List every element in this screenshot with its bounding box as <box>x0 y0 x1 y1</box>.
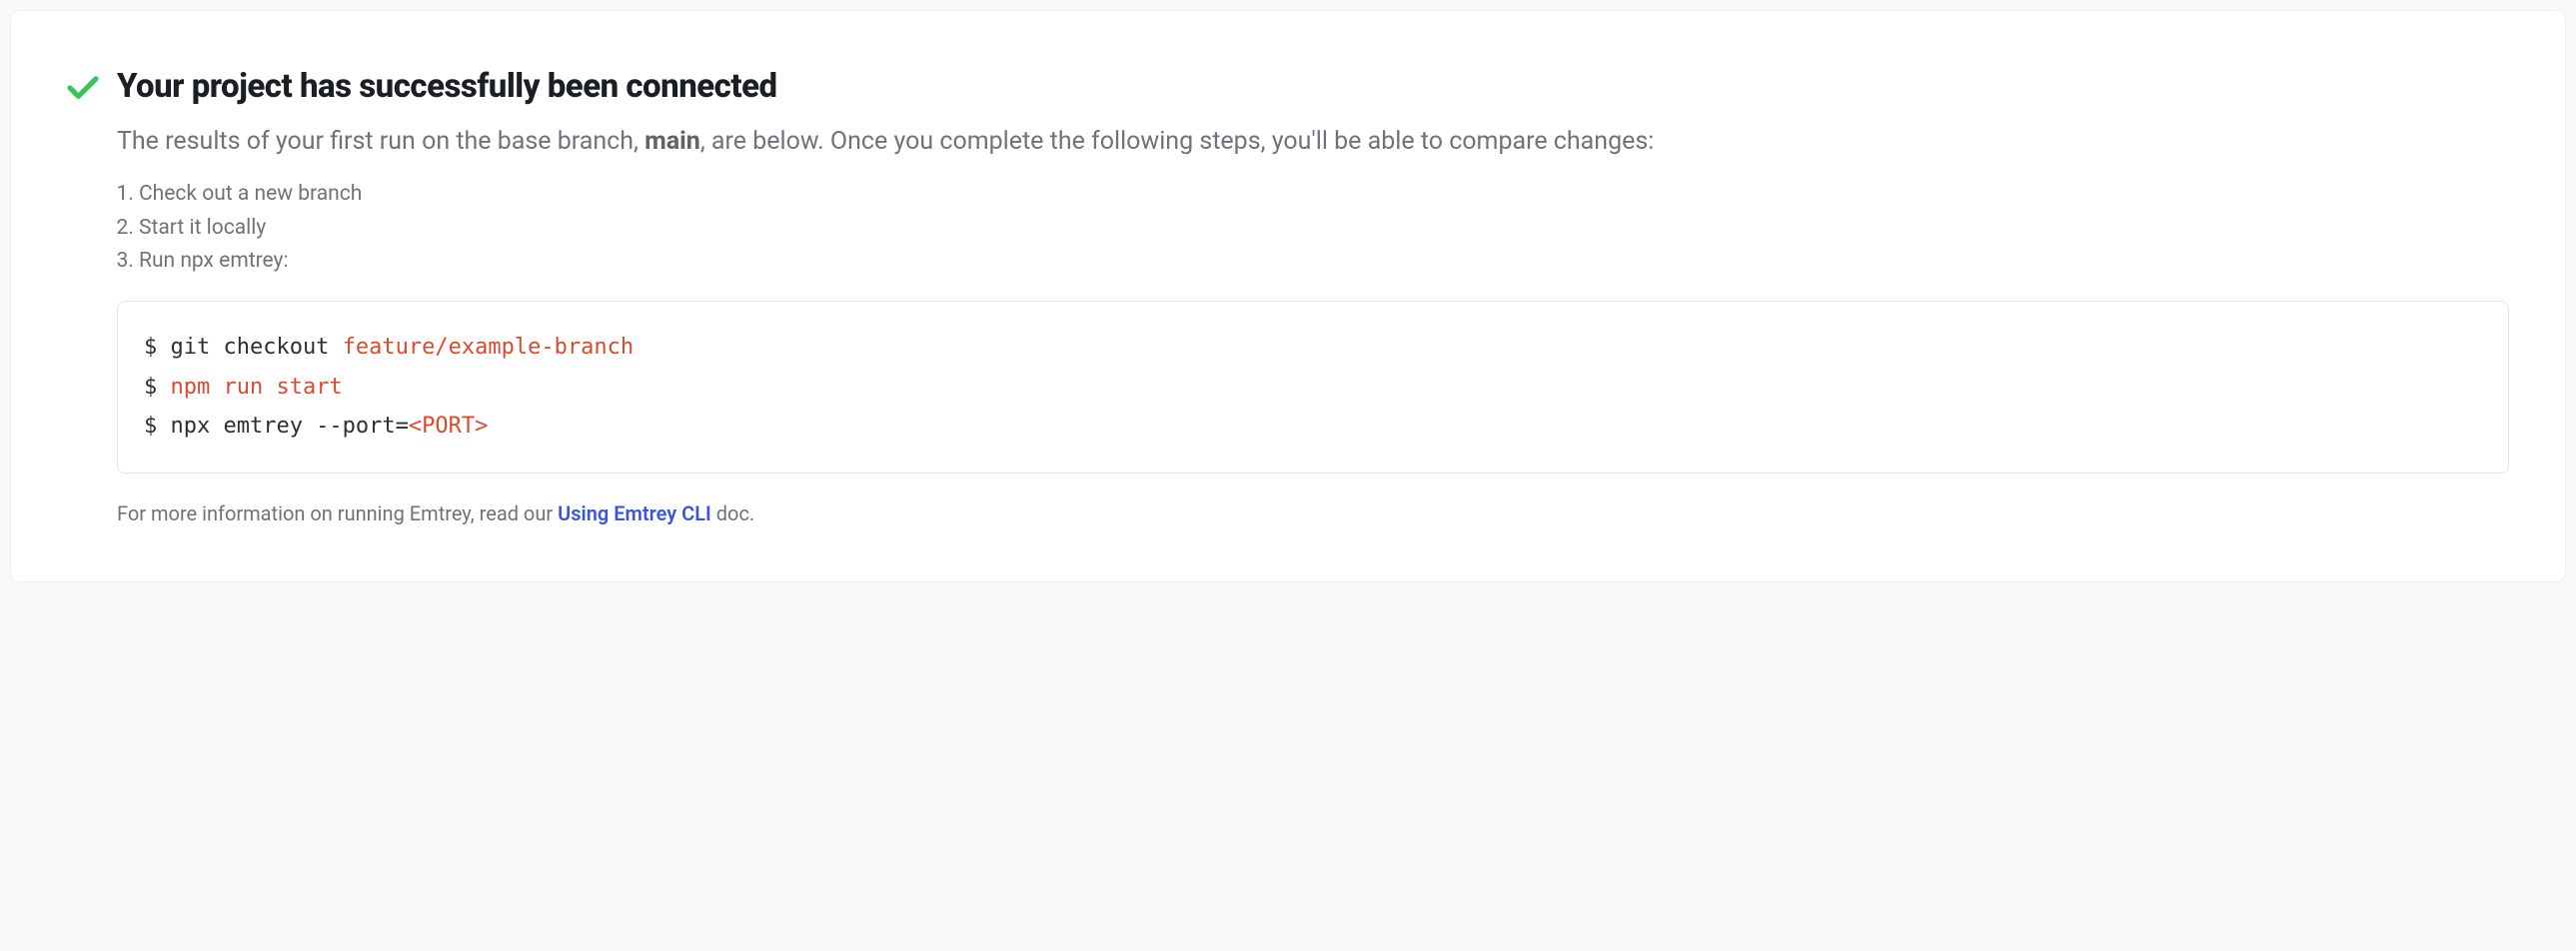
footnote: For more information on running Emtrey, … <box>117 501 2509 525</box>
code-highlight: feature/example-branch <box>343 335 634 360</box>
success-title: Your project has successfully been conne… <box>117 67 2509 106</box>
subtitle-branch: main <box>644 127 700 156</box>
code-line: $ git checkout feature/example-branch <box>144 328 2482 368</box>
card-inner: Your project has successfully been conne… <box>67 67 2509 525</box>
code-line: $ npm run start <box>144 368 2482 408</box>
code-highlight: npm run start <box>171 375 343 400</box>
footnote-after: doc. <box>711 501 754 525</box>
steps-list: Check out a new branch Start it locally … <box>121 178 2509 279</box>
code-line: $ npx emtrey --port=<PORT> <box>144 407 2482 447</box>
code-text: $ git checkout <box>144 335 343 360</box>
step-item: Check out a new branch <box>139 178 2509 212</box>
code-highlight: <PORT> <box>409 414 488 439</box>
subtitle-before: The results of your first run on the bas… <box>117 127 644 156</box>
subtitle-after: , are below. Once you complete the follo… <box>700 127 1655 156</box>
code-block: $ git checkout feature/example-branch $ … <box>117 301 2509 474</box>
step-item: Start it locally <box>139 212 2509 246</box>
docs-link[interactable]: Using Emtrey CLI <box>558 501 711 525</box>
footnote-before: For more information on running Emtrey, … <box>117 501 558 525</box>
card-content: Your project has successfully been conne… <box>117 67 2509 525</box>
success-card: Your project has successfully been conne… <box>10 10 2566 582</box>
check-icon <box>67 75 99 101</box>
code-text: $ <box>144 375 171 400</box>
step-item: Run npx emtrey: <box>139 245 2509 279</box>
success-subtitle: The results of your first run on the bas… <box>117 124 2509 160</box>
code-text: $ npx emtrey --port= <box>144 414 409 439</box>
